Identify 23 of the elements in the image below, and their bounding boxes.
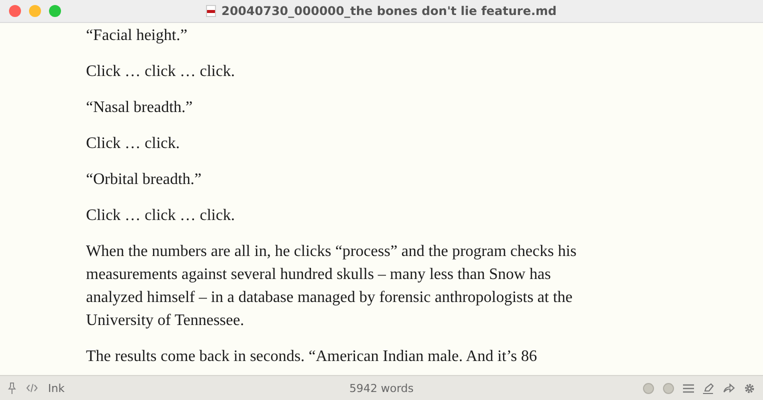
highlighter-icon[interactable]: [703, 382, 714, 394]
pin-icon[interactable]: [8, 382, 16, 394]
settings-icon[interactable]: [744, 382, 755, 394]
zoom-button[interactable]: [49, 5, 61, 17]
paragraph: Click … click … click.: [86, 62, 236, 82]
paragraph: When the numbers are all in, he clicks “process” and the program checks his measurements against several hundred skulls – many less than Snow has analyzed himself – in a database managed by forensic anthropologists at the University of Tennessee.: [86, 242, 578, 331]
list-icon[interactable]: [683, 384, 694, 392]
minimize-button[interactable]: [29, 5, 41, 17]
paragraph: Click … click … click.: [86, 206, 236, 226]
word-count: 5942 words: [349, 382, 414, 394]
window-title: 20040730_000000_the bones don't lie feature.md: [221, 4, 557, 18]
paragraph: “Orbital breadth.”: [86, 170, 202, 190]
theme-button[interactable]: Ink: [48, 382, 65, 394]
paragraph: The results come back in seconds. “American Indian male. And it’s 86: [86, 347, 538, 367]
close-button[interactable]: [9, 5, 21, 17]
document-icon: [206, 5, 216, 17]
share-icon[interactable]: [723, 383, 735, 393]
circle-button[interactable]: [663, 382, 674, 394]
paragraph: “Nasal breadth.”: [86, 98, 194, 118]
code-icon[interactable]: [26, 383, 38, 393]
paragraph: Click … click.: [86, 134, 181, 154]
paragraph: “Facial height.”: [86, 26, 188, 46]
circle-button[interactable]: [643, 382, 654, 394]
